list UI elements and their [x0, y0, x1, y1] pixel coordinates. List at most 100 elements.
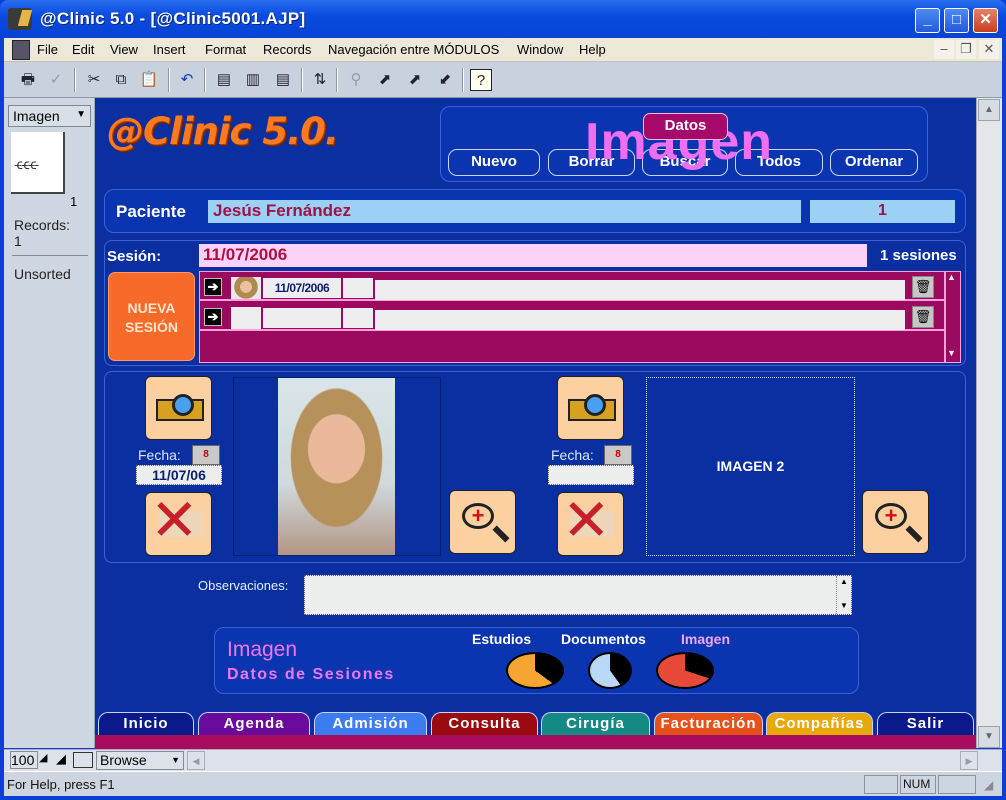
document-icon[interactable] — [12, 40, 30, 60]
records-count: 1 — [14, 233, 22, 249]
observaciones-scrollbar[interactable]: ▲ ▼ — [836, 576, 851, 614]
mdi-close-button[interactable]: ✕ — [979, 40, 999, 59]
sort-icon[interactable]: ⇅ — [309, 69, 331, 91]
patient-photo[interactable] — [278, 378, 395, 555]
new-record-icon[interactable]: ▤ — [213, 69, 235, 91]
status-toggle-icon[interactable] — [73, 752, 93, 768]
scroll-up-button[interactable]: ▲ — [978, 99, 1000, 121]
session-row-description[interactable] — [375, 310, 905, 330]
session-row-cell[interactable] — [343, 308, 373, 328]
go-arrow-icon[interactable]: ➔ — [204, 278, 222, 296]
session-row-cell[interactable] — [343, 278, 373, 298]
tab-inicio[interactable]: Inicio — [98, 712, 194, 736]
session-list-scrollbar[interactable]: ▲ ▼ — [944, 272, 960, 362]
scroll-down-button[interactable]: ▼ — [978, 726, 1000, 748]
tab-agenda[interactable]: Agenda — [198, 712, 310, 736]
scroll-up-icon[interactable]: ▲ — [947, 272, 956, 282]
minimize-button[interactable]: _ — [915, 8, 940, 33]
zoom-image-button-2[interactable]: + — [862, 490, 929, 554]
spellcheck-icon[interactable]: ✓ — [45, 69, 67, 91]
patient-name-field[interactable]: Jesús Fernández — [208, 200, 801, 223]
tab-consulta[interactable]: Consulta — [431, 712, 538, 736]
observaciones-field[interactable] — [304, 575, 852, 615]
print-icon[interactable]: 🖶 — [17, 69, 39, 91]
scroll-up-icon[interactable]: ▲ — [837, 576, 851, 588]
record-book-icon[interactable]: -ϵ-ϵ-ϵ- 1 — [10, 130, 80, 210]
zoom-out-icon[interactable]: ◢ — [39, 751, 55, 769]
calendar-icon[interactable]: 8 — [604, 445, 632, 465]
tab-salir[interactable]: Salir — [877, 712, 974, 736]
fecha-field-2[interactable] — [548, 465, 634, 485]
documentos-icon[interactable] — [588, 652, 632, 689]
calendar-icon[interactable]: 8 — [192, 445, 220, 465]
delete-image-button-1[interactable]: ✕ — [145, 489, 212, 556]
nav-next-icon[interactable]: ⬈ — [404, 69, 426, 91]
scroll-right-button[interactable]: ▶ — [960, 751, 978, 770]
menu-navegacion[interactable]: Navegación entre MÓDULOS — [328, 42, 499, 57]
zoom-image-button-1[interactable]: + — [449, 490, 516, 554]
camera-button-1[interactable] — [145, 376, 212, 440]
session-row[interactable]: ➔ 11/07/2006 🗑 — [200, 273, 945, 301]
zoom-in-icon[interactable]: ◢ — [56, 751, 72, 769]
resize-grip-icon[interactable]: ◢ — [984, 778, 993, 792]
nuevo-button[interactable]: Nuevo — [448, 149, 540, 176]
ordenar-button[interactable]: Ordenar — [830, 149, 918, 176]
go-arrow-icon[interactable]: ➔ — [204, 308, 222, 326]
patient-number-field[interactable]: 1 — [810, 200, 955, 223]
tab-companias[interactable]: Compañías — [766, 712, 873, 736]
duplicate-record-icon[interactable]: ▥ — [242, 69, 264, 91]
menu-view[interactable]: View — [110, 42, 138, 57]
fecha-field-1[interactable]: 11/07/06 — [136, 465, 222, 485]
vertical-scrollbar[interactable]: ▲ ▼ — [976, 98, 1002, 748]
delete-record-icon[interactable]: ▤ — [272, 69, 294, 91]
menu-help[interactable]: Help — [579, 42, 606, 57]
maximize-button[interactable]: □ — [944, 8, 969, 33]
estudios-icon[interactable] — [506, 652, 564, 689]
nav-back-icon[interactable]: ⬋ — [434, 69, 456, 91]
image-2-placeholder[interactable]: IMAGEN 2 — [646, 377, 855, 556]
layout-selector[interactable]: Imagen ▼ — [8, 105, 91, 127]
menu-records[interactable]: Records — [263, 42, 311, 57]
mode-selector[interactable]: Browse ▼ — [96, 751, 184, 770]
cut-icon[interactable]: ✂ — [83, 69, 105, 91]
session-row[interactable]: ➔ 🗑 — [200, 303, 945, 331]
menu-format[interactable]: Format — [205, 42, 246, 57]
menu-window[interactable]: Window — [517, 42, 563, 57]
tab-admision[interactable]: Admisión — [314, 712, 427, 736]
trash-icon[interactable]: 🗑 — [912, 276, 934, 298]
undo-icon[interactable]: ↶ — [176, 69, 198, 91]
nueva-sesion-button[interactable]: NUEVA SESIÓN — [108, 272, 195, 361]
menu-file[interactable]: File — [37, 42, 58, 57]
zoom-level[interactable]: 100 — [10, 751, 38, 769]
paste-icon[interactable]: 📋 — [138, 69, 160, 91]
session-thumbnail[interactable] — [231, 307, 261, 329]
session-row-date[interactable] — [263, 308, 341, 328]
imagen-icon[interactable] — [656, 652, 714, 689]
session-thumbnail[interactable] — [231, 277, 261, 299]
imagen-link[interactable]: Imagen — [681, 631, 730, 647]
delete-image-button-2[interactable]: ✕ — [557, 489, 624, 556]
session-row-description[interactable] — [375, 280, 905, 300]
copy-icon[interactable]: ⧉ — [110, 69, 132, 91]
close-button[interactable]: ✕ — [973, 8, 998, 33]
menu-edit[interactable]: Edit — [72, 42, 94, 57]
mdi-restore-button[interactable]: ❐ — [956, 40, 976, 59]
help-icon[interactable]: ? — [470, 69, 492, 91]
find-icon[interactable]: ⚲ — [345, 69, 367, 91]
menu-insert[interactable]: Insert — [153, 42, 186, 57]
trash-icon[interactable]: 🗑 — [912, 306, 934, 328]
session-row-date[interactable]: 11/07/2006 — [263, 278, 341, 298]
datos-button[interactable]: Datos — [643, 113, 728, 140]
session-date-field[interactable]: 11/07/2006 — [199, 244, 867, 267]
tab-bar-underline — [95, 735, 976, 749]
tab-facturacion[interactable]: Facturación — [654, 712, 763, 736]
nav-first-icon[interactable]: ⬈ — [374, 69, 396, 91]
estudios-link[interactable]: Estudios — [472, 631, 531, 647]
tab-cirugia[interactable]: Cirugía — [541, 712, 650, 736]
mdi-minimize-button[interactable]: – — [934, 40, 954, 59]
documentos-link[interactable]: Documentos — [561, 631, 646, 647]
scroll-down-icon[interactable]: ▼ — [947, 348, 956, 358]
scroll-left-button[interactable]: ◀ — [187, 751, 205, 770]
camera-button-2[interactable] — [557, 376, 624, 440]
scroll-down-icon[interactable]: ▼ — [837, 600, 851, 612]
